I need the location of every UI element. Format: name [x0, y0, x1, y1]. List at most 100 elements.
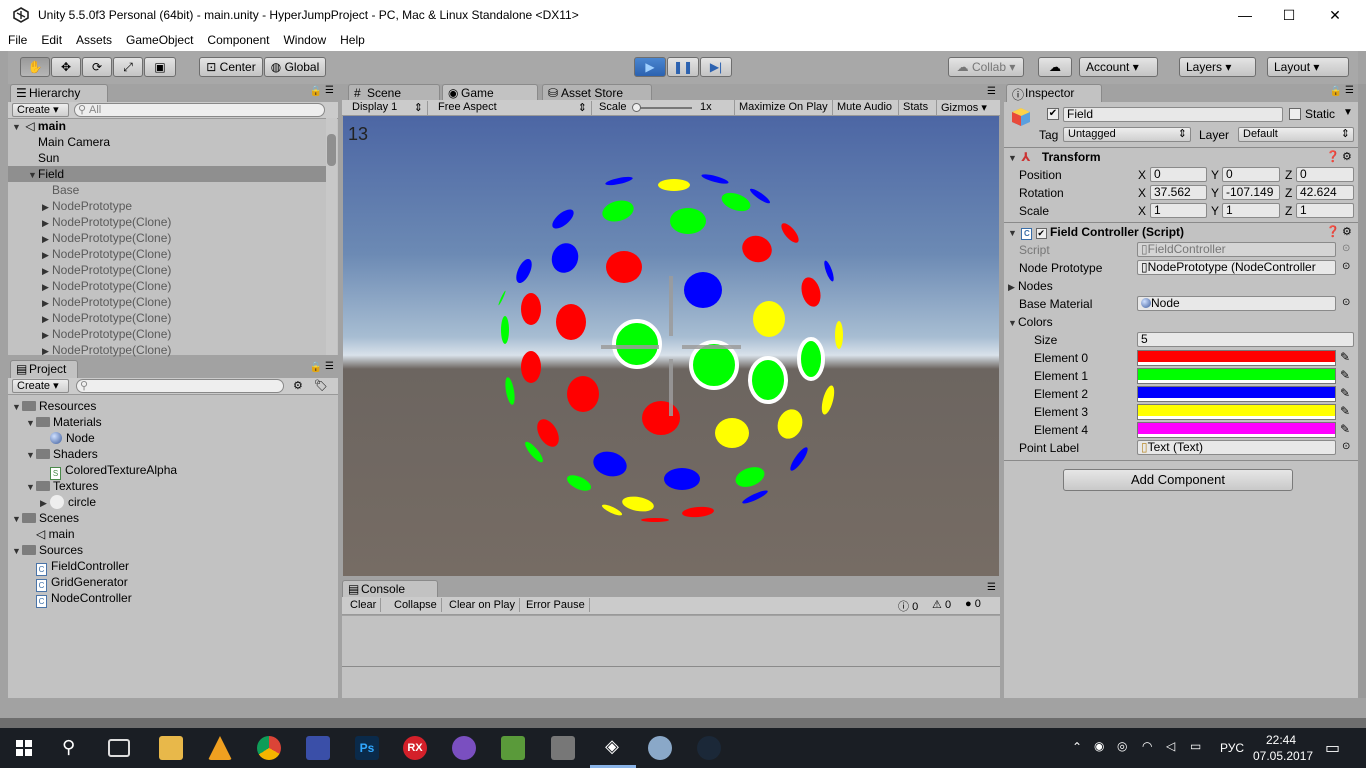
settings-gear-icon[interactable]: ⚙: [1342, 150, 1352, 163]
collapse-arrow-icon[interactable]: ▶: [42, 215, 52, 231]
wifi-icon[interactable]: ◠: [1142, 739, 1152, 753]
search-icon[interactable]: ⚲: [62, 737, 75, 758]
wizard-app-icon[interactable]: [648, 736, 672, 760]
collapse-arrow-icon[interactable]: ▶: [40, 495, 50, 511]
project-item[interactable]: ▼ Sources: [8, 542, 328, 558]
hierarchy-item[interactable]: ▶ NodePrototype(Clone): [8, 326, 326, 342]
display-dropdown[interactable]: Display 1 ⇕: [346, 101, 428, 115]
color-swatch[interactable]: [1137, 350, 1336, 366]
rotation-y-input[interactable]: -107.149: [1222, 185, 1280, 200]
maximize-button[interactable]: ☐: [1266, 0, 1312, 31]
menu-assets[interactable]: Assets: [68, 31, 118, 47]
layer-dropdown[interactable]: Default ⇕: [1238, 127, 1354, 142]
menu-file[interactable]: File: [0, 31, 33, 47]
rect-tool-button[interactable]: ▣: [144, 57, 176, 77]
eyedropper-icon[interactable]: ✎: [1340, 404, 1352, 418]
hierarchy-item[interactable]: Main Camera: [8, 134, 326, 150]
aspect-dropdown[interactable]: Free Aspect ⇕: [432, 101, 592, 115]
tab-console[interactable]: ▤ Console: [342, 580, 438, 598]
windows-start-icon[interactable]: [16, 740, 32, 756]
base-material-field[interactable]: Node: [1137, 296, 1336, 311]
point-label-field[interactable]: ▯Text (Text): [1137, 440, 1336, 455]
expand-arrow-icon[interactable]: ▼: [12, 119, 22, 135]
hierarchy-item[interactable]: ▶ NodePrototype(Clone): [8, 342, 326, 358]
expand-arrow-icon[interactable]: ▼: [1008, 228, 1018, 238]
project-search-input[interactable]: ⚲: [76, 379, 284, 393]
eyedropper-icon[interactable]: ✎: [1340, 422, 1352, 436]
move-tool-button[interactable]: ✥: [51, 57, 81, 77]
hierarchy-item[interactable]: ▶ NodePrototype(Clone): [8, 310, 326, 326]
mute-audio-toggle[interactable]: Mute Audio: [832, 100, 896, 116]
color-swatch[interactable]: [1137, 404, 1336, 420]
rx-icon[interactable]: RX: [403, 736, 427, 760]
panel-menu-icon[interactable]: ☰: [987, 582, 996, 593]
component-enabled-checkbox[interactable]: ✔: [1035, 228, 1047, 239]
hierarchy-item[interactable]: ▶ NodePrototype(Clone): [8, 262, 326, 278]
help-icon[interactable]: ❓: [1326, 150, 1340, 163]
collapse-arrow-icon[interactable]: ▶: [42, 311, 52, 327]
hierarchy-item[interactable]: Sun: [8, 150, 326, 166]
expand-arrow-icon[interactable]: ▼: [1008, 318, 1018, 328]
collapse-arrow-icon[interactable]: ▶: [42, 247, 52, 263]
rotation-z-input[interactable]: 42.624: [1296, 185, 1354, 200]
hierarchy-create-button[interactable]: Create ▾: [12, 103, 69, 117]
expand-arrow-icon[interactable]: ▼: [12, 543, 22, 559]
project-item[interactable]: ▼ Scenes: [8, 510, 328, 526]
object-picker-icon[interactable]: ⊙: [1342, 261, 1350, 272]
object-picker-icon[interactable]: ⊙: [1342, 441, 1350, 452]
expand-arrow-icon[interactable]: ▼: [12, 511, 22, 527]
hand-tool-button[interactable]: ✋: [20, 57, 50, 77]
hierarchy-item[interactable]: ▶ NodePrototype(Clone): [8, 278, 326, 294]
hierarchy-item[interactable]: ▶ NodePrototype: [8, 198, 326, 214]
colors-size-input[interactable]: 5: [1137, 332, 1354, 347]
layout-dropdown[interactable]: Layout ▾: [1267, 57, 1349, 77]
save-floppy-icon[interactable]: [306, 736, 330, 760]
chrome-icon[interactable]: [257, 736, 281, 760]
maximize-on-play-toggle[interactable]: Maximize On Play: [734, 100, 832, 116]
help-icon[interactable]: ❓: [1326, 225, 1340, 238]
panel-menu-icon[interactable]: ☰: [325, 361, 334, 372]
collapse-arrow-icon[interactable]: ▶: [42, 295, 52, 311]
cloud-services-button[interactable]: ☁: [1038, 57, 1072, 77]
project-item[interactable]: ◁ main: [8, 526, 328, 542]
collapse-arrow-icon[interactable]: ▶: [42, 279, 52, 295]
hierarchy-item[interactable]: ▼Field: [8, 166, 326, 182]
hierarchy-item[interactable]: ▶ NodePrototype(Clone): [8, 246, 326, 262]
scale-y-input[interactable]: 1: [1222, 203, 1280, 218]
collab-dropdown[interactable]: ☁ Collab ▾: [948, 57, 1024, 77]
lock-icon[interactable]: 🔒: [310, 86, 322, 97]
project-item[interactable]: ▶ circle: [8, 494, 328, 510]
project-item[interactable]: S ColoredTextureAlpha: [8, 462, 328, 480]
pivot-global-button[interactable]: ◍ Global: [264, 57, 326, 77]
unity-taskbar-icon[interactable]: ◈: [600, 736, 624, 760]
bottle-app-icon[interactable]: [501, 736, 525, 760]
project-item[interactable]: ▼ Materials: [8, 414, 328, 430]
scale-x-input[interactable]: 1: [1150, 203, 1207, 218]
menu-help[interactable]: Help: [332, 31, 371, 47]
tab-inspector[interactable]: ⓘ Inspector: [1006, 84, 1102, 102]
lock-icon[interactable]: 🔒: [310, 362, 322, 373]
console-collapse-button[interactable]: Collapse: [390, 598, 442, 612]
hierarchy-item[interactable]: ▶ NodePrototype(Clone): [8, 230, 326, 246]
battery-icon[interactable]: ▭: [1190, 739, 1201, 753]
menu-edit[interactable]: Edit: [33, 31, 68, 47]
eyedropper-icon[interactable]: ✎: [1340, 386, 1352, 400]
error-filter-toggle[interactable]: ● 0: [965, 598, 981, 610]
project-item[interactable]: ▼ Textures: [8, 478, 328, 494]
console-log-area[interactable]: [342, 616, 1000, 698]
console-error-pause-button[interactable]: Error Pause: [522, 598, 590, 612]
project-create-button[interactable]: Create ▾: [12, 379, 69, 393]
project-item[interactable]: Node: [8, 430, 328, 446]
transform-header[interactable]: ▼ ⅄ Transform ❓ ⚙: [1008, 150, 1354, 168]
collapse-arrow-icon[interactable]: ▶: [42, 327, 52, 343]
menu-window[interactable]: Window: [275, 31, 332, 47]
static-checkbox[interactable]: [1289, 108, 1301, 120]
settings-gear-icon[interactable]: ⚙: [1342, 225, 1352, 238]
project-item[interactable]: C FieldController: [8, 558, 328, 576]
panel-menu-icon[interactable]: ☰: [325, 85, 334, 96]
add-component-button[interactable]: Add Component: [1063, 469, 1293, 491]
tab-project[interactable]: ▤ Project: [10, 360, 78, 378]
scale-tool-button[interactable]: ⤢: [113, 57, 143, 77]
cat-app-icon[interactable]: [452, 736, 476, 760]
lock-icon[interactable]: 🔒: [1330, 86, 1342, 97]
